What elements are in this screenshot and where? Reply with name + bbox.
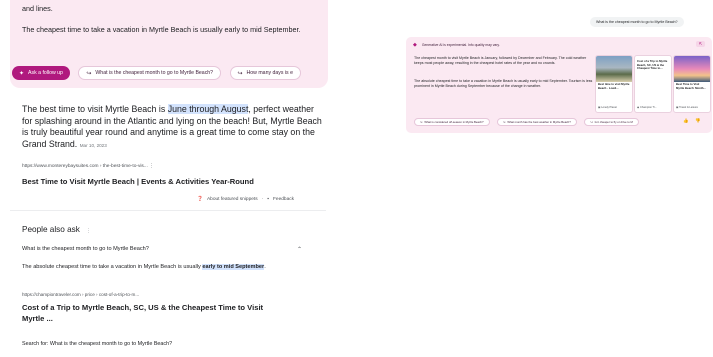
followup-chip-label: What is considered off-season in Myrtle …: [424, 120, 484, 124]
ask-follow-up-label: Ask a follow up: [28, 70, 63, 76]
sge-followup-chips: ↪ What is considered off-season in Myrtle…: [414, 118, 642, 127]
snippet-highlight: June through August: [167, 104, 249, 114]
sge-disclaimer: Generative AI is experimental. Info qual…: [421, 43, 500, 47]
source-card[interactable]: Best time to visit Myrtle Beach - Lowd..…: [595, 55, 633, 113]
paa-answer-highlight: early to mid September: [202, 264, 265, 270]
divider: [10, 210, 326, 211]
result-url[interactable]: https://www.montereybaysuites.com › the-…: [22, 164, 154, 169]
thumbs-up-icon[interactable]: 👍: [683, 118, 688, 124]
followup-chip[interactable]: ↪ Is it cheaper to fly or drive to M: [584, 118, 639, 126]
result-title-link[interactable]: Best Time to Visit Myrtle Beach | Events…: [22, 177, 254, 186]
return-arrow-icon: ↪: [237, 70, 243, 77]
sparkle-icon: ✦: [19, 70, 25, 77]
more-options-icon[interactable]: ⋮: [149, 164, 154, 169]
followup-chip[interactable]: ↪ What month has the best weather in Myrt…: [496, 118, 577, 126]
ask-follow-up-button[interactable]: ✦ Ask a follow up: [12, 66, 70, 80]
paa-answer-before: The absolute cheapest time to take a vac…: [22, 264, 203, 270]
feedback-link[interactable]: Feedback: [273, 197, 294, 202]
snippet-date: Mar 10, 2023: [79, 142, 107, 148]
thumbs-down-icon[interactable]: 👎: [695, 118, 700, 124]
sge-prev-line: and lines.: [22, 4, 53, 13]
source-name: Lonely Planet: [601, 106, 617, 109]
source-favicon-icon: ◉: [637, 106, 640, 109]
paa-answer: The absolute cheapest time to take a vac…: [22, 263, 302, 272]
paa-answer-after: .: [264, 264, 266, 270]
source-card-source: ◉ Champion Tr...: [635, 106, 659, 109]
sge-answer-card: ◆ Generative AI is experimental. Info qua…: [406, 37, 712, 133]
sge-paragraph: The absolute cheapest time to take a vac…: [414, 79, 593, 88]
source-card-title: Best Time to Visit Myrtle Beach: Month..…: [676, 82, 706, 90]
source-name: Travel & Leisure: [679, 106, 698, 109]
source-card[interactable]: Best Time to Visit Myrtle Beach: Month..…: [673, 55, 711, 113]
feedback-icon: ▪: [267, 197, 269, 202]
return-arrow-icon: ↪: [590, 120, 593, 124]
source-card[interactable]: Cost of a Trip to Myrtle Beach, SC, US &…: [634, 55, 672, 113]
sge-paragraph: The cheapest month to visit Myrtle Beach…: [414, 56, 587, 65]
search-results-panel: and lines. The cheapest time to take a v…: [0, 0, 336, 357]
sge-header: ◆ Generative AI is experimental. Info qua…: [413, 42, 500, 48]
return-arrow-icon: ↪: [420, 120, 423, 124]
people-also-ask-heading: People also ask ⋮: [22, 225, 91, 234]
result-url-text: https://www.montereybaysuites.com › the-…: [22, 164, 148, 169]
source-card-source: ▣ Travel & Leisure: [674, 106, 700, 109]
source-name: Champion Tr...: [640, 106, 657, 109]
paa-question[interactable]: What is the cheapest month to go to Myrt…: [22, 246, 308, 252]
about-featured-snippets-link[interactable]: About featured snippets: [207, 197, 258, 202]
followup-chip-label: How many days is e: [246, 70, 293, 76]
source-thumbnail: [674, 56, 710, 82]
help-icon: ❓: [197, 197, 203, 202]
followup-chip[interactable]: ↪ What is considered off-season in Myrtle…: [414, 118, 490, 126]
paa-result-title-link[interactable]: Cost of a Trip to Myrtle Beach, SC, US &…: [22, 303, 282, 324]
snippet-footer: ❓ About featured snippets · ▪ Feedback: [193, 197, 294, 202]
followup-chips: ✦ Ask a follow up ↪ What is the cheapest m…: [12, 66, 330, 80]
source-thumbnail: [596, 56, 632, 82]
paa-result-url[interactable]: https://championtraveler.com › price › c…: [22, 292, 139, 297]
source-card-title: Cost of a Trip to Myrtle Beach, SC, US &…: [637, 59, 668, 71]
source-card-source: ▣ Lonely Planet: [596, 106, 619, 109]
paa-heading-text: People also ask: [22, 225, 80, 234]
source-card-title: Best time to visit Myrtle Beach - Lowd..…: [598, 82, 630, 90]
sparkle-icon: ◆: [413, 42, 417, 48]
followup-chip-label: Is it cheaper to fly or drive to M: [594, 120, 633, 124]
user-query-bubble: What is the cheapest month to go to Myrt…: [590, 17, 684, 27]
expand-icon[interactable]: ⇱: [696, 41, 705, 47]
sge-answer-text: The cheapest time to take a vacation in …: [22, 25, 301, 34]
chevron-up-icon[interactable]: ⌃: [297, 246, 302, 253]
snippet-text-before: The best time to visit Myrtle Beach is: [22, 104, 168, 114]
return-arrow-icon: ↪: [502, 120, 506, 124]
followup-chip-label: What is the cheapest month to go to Myrt…: [95, 70, 214, 76]
dot-separator: ·: [261, 197, 264, 202]
more-options-icon[interactable]: ⋮: [86, 228, 91, 234]
search-for-link[interactable]: Search for: What is the cheapest month t…: [22, 341, 172, 347]
followup-chip-how-many-days[interactable]: ↪ How many days is e: [229, 66, 301, 80]
featured-snippet-text: The best time to visit Myrtle Beach is J…: [22, 104, 322, 151]
followup-chip-label: What month has the best weather in Myrtl…: [507, 120, 571, 124]
return-arrow-icon: ↪: [86, 70, 92, 77]
followup-chip-cheapest-month[interactable]: ↪ What is the cheapest month to go to Myr…: [78, 66, 222, 80]
